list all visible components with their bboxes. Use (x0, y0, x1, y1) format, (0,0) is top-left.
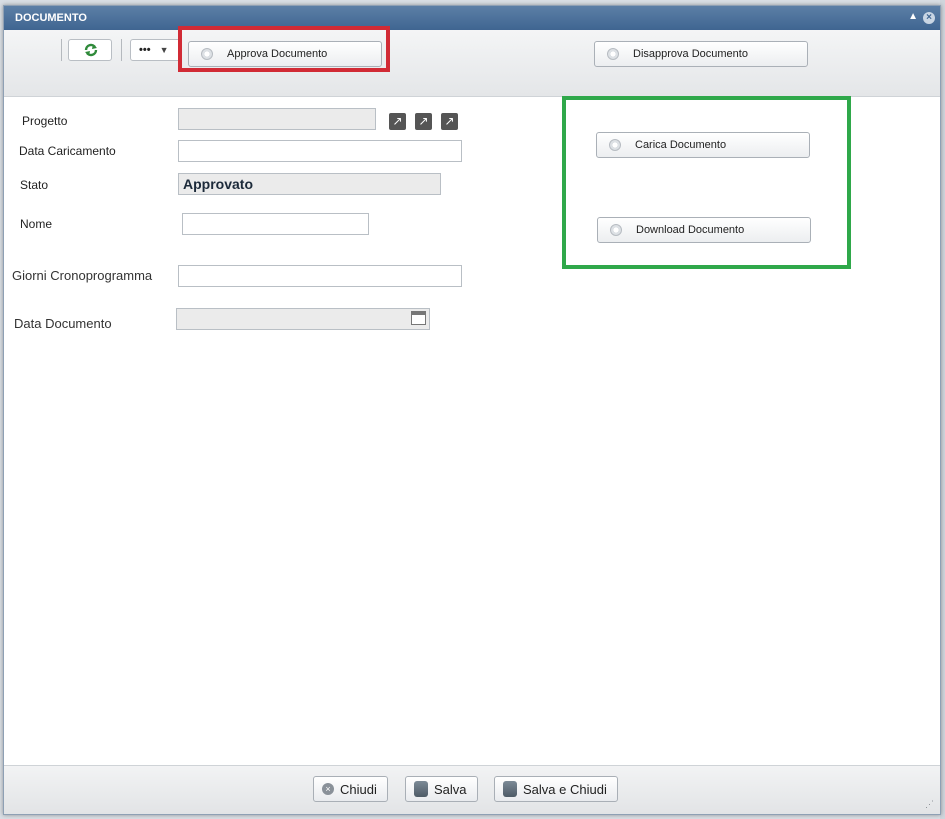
approve-highlight-box (178, 26, 390, 72)
chiudi-button[interactable]: × Chiudi (313, 776, 388, 802)
open-external-icon[interactable]: ↗ (415, 113, 432, 130)
dialog-footer: × Chiudi Salva Salva e Chiudi ⋰ (4, 765, 940, 814)
giorni-cronoprogramma-field[interactable] (178, 265, 462, 287)
progetto-label: Progetto (22, 114, 68, 128)
dropdown-arrow-icon: ▼ (159, 45, 169, 55)
stato-label: Stato (20, 178, 49, 192)
salva-label: Salva (434, 781, 467, 797)
collapse-icon[interactable]: ▲ (908, 11, 918, 22)
data-caricamento-label: Data Caricamento (19, 144, 116, 158)
giorni-cronoprogramma-label: Giorni Cronoprogramma (12, 268, 153, 283)
more-actions-button[interactable]: ••• ▼ (130, 39, 182, 61)
database-icon (414, 781, 428, 797)
stato-field: Approvato (178, 173, 441, 195)
more-label: ••• (139, 44, 151, 56)
disapprove-document-label: Disapprova Documento (633, 48, 748, 60)
salva-e-chiudi-button[interactable]: Salva e Chiudi (494, 776, 618, 802)
salva-button[interactable]: Salva (405, 776, 478, 802)
data-documento-label: Data Documento (14, 316, 112, 331)
dialog-title: DOCUMENTO (15, 12, 87, 24)
resize-grip-icon[interactable]: ⋰ (925, 799, 934, 810)
disapprove-document-button[interactable]: Disapprova Documento (594, 41, 808, 67)
refresh-icon (84, 43, 98, 57)
chiudi-label: Chiudi (340, 781, 377, 797)
progetto-field[interactable] (178, 108, 376, 130)
open-external-icon[interactable]: ↗ (441, 113, 458, 130)
side-actions-highlight-box (562, 96, 851, 269)
dialog-titlebar: DOCUMENTO ▲ × (4, 6, 940, 30)
nome-field[interactable] (182, 213, 369, 235)
close-icon: × (322, 783, 334, 795)
nome-label: Nome (20, 217, 53, 231)
open-external-icon[interactable]: ↗ (389, 113, 406, 130)
database-icon (503, 781, 517, 797)
data-caricamento-field[interactable] (178, 140, 462, 162)
toolbar-separator (121, 39, 122, 61)
salva-e-chiudi-label: Salva e Chiudi (523, 781, 607, 797)
calendar-icon[interactable] (411, 311, 426, 325)
data-documento-field[interactable] (176, 308, 430, 330)
gear-icon (607, 48, 619, 60)
close-icon[interactable]: × (923, 12, 935, 24)
dialog-toolbar: ••• ▼ Approva Documento Disapprova Docum… (4, 30, 940, 97)
toolbar-separator (61, 39, 62, 61)
refresh-button[interactable] (68, 39, 112, 61)
